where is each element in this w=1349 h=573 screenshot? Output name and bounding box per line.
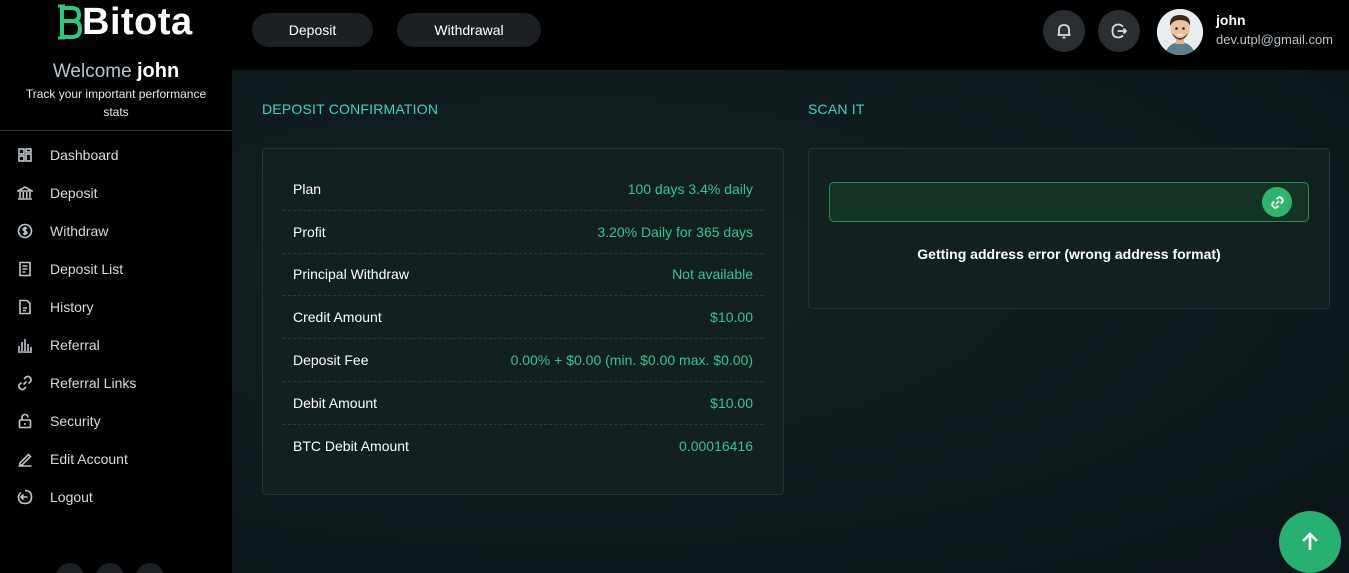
sidebar-item-label: Security: [50, 413, 101, 429]
user-name: john: [1216, 12, 1246, 28]
sidebar-item-dashboard[interactable]: Dashboard: [0, 136, 232, 174]
dollar-icon: [17, 223, 33, 239]
document-icon: [17, 299, 33, 315]
scroll-to-top-button[interactable]: [1279, 511, 1341, 573]
sidebar-item-deposit-list[interactable]: Deposit List: [0, 250, 232, 288]
lock-icon: [17, 413, 33, 429]
dashboard-icon: [17, 147, 33, 163]
scan-card: Getting address error (wrong address for…: [808, 148, 1330, 309]
sidebar-item-label: Edit Account: [50, 451, 128, 467]
detail-label: Debit Amount: [293, 394, 378, 411]
welcome-user: john: [136, 60, 180, 82]
withdrawal-button[interactable]: Withdrawal: [397, 13, 541, 47]
link-icon: [17, 375, 33, 391]
sidebar-item-label: Deposit List: [50, 261, 124, 277]
detail-label: Principal Withdraw: [293, 266, 409, 283]
social-icon[interactable]: [136, 563, 164, 573]
detail-label: Deposit Fee: [293, 352, 369, 369]
sidebar-item-label: Withdraw: [50, 223, 109, 239]
sidebar-item-label: Referral: [50, 337, 100, 353]
list-icon: [17, 261, 33, 277]
deposit-button[interactable]: Deposit: [252, 13, 373, 47]
detail-row-btc-debit-amount: BTC Debit Amount 0.00016416: [283, 425, 763, 468]
sidebar-item-label: History: [50, 299, 94, 315]
sidebar: Bitota Welcome john Track your important…: [0, 0, 232, 573]
detail-label: Credit Amount: [293, 309, 382, 326]
address-field[interactable]: [829, 182, 1309, 222]
sidebar-item-label: Dashboard: [50, 147, 119, 163]
welcome-tagline: Track your important performance stats: [25, 87, 207, 119]
bell-icon: [1057, 24, 1071, 39]
avatar[interactable]: [1157, 9, 1203, 55]
topbar: Deposit Withdrawal john dev.utpl@gmail.c…: [232, 0, 1349, 70]
welcome-text: Welcome john: [0, 60, 232, 83]
logout-icon: [1111, 23, 1128, 39]
detail-value: Not available: [672, 266, 753, 283]
detail-row-principal-withdraw: Principal Withdraw Not available: [283, 254, 763, 297]
edit-icon: [17, 451, 33, 467]
sidebar-item-logout[interactable]: Logout: [0, 478, 232, 516]
detail-value: 100 days 3.4% daily: [627, 180, 753, 197]
social-icon[interactable]: [56, 563, 84, 573]
social-links: [56, 563, 164, 573]
deposit-confirmation-card: Plan 100 days 3.4% daily Profit 3.20% Da…: [262, 148, 784, 495]
detail-label: BTC Debit Amount: [293, 438, 409, 455]
sidebar-item-withdraw[interactable]: Withdraw: [0, 212, 232, 250]
detail-value: 0.00016416: [679, 438, 753, 455]
scan-title: SCAN IT: [808, 101, 865, 117]
sidebar-item-referral[interactable]: Referral: [0, 326, 232, 364]
detail-value: $10.00: [710, 394, 753, 411]
notifications-button[interactable]: [1043, 10, 1085, 52]
detail-row-plan: Plan 100 days 3.4% daily: [283, 168, 763, 211]
deposit-details: Plan 100 days 3.4% daily Profit 3.20% Da…: [283, 168, 763, 468]
sidebar-item-referral-links[interactable]: Referral Links: [0, 364, 232, 402]
sidebar-item-edit-account[interactable]: Edit Account: [0, 440, 232, 478]
sidebar-item-security[interactable]: Security: [0, 402, 232, 440]
detail-value: $10.00: [710, 309, 753, 326]
deposit-confirmation-title: DEPOSIT CONFIRMATION: [262, 101, 439, 117]
detail-row-deposit-fee: Deposit Fee 0.00% + $0.00 (min. $0.00 ma…: [283, 339, 763, 382]
sidebar-item-label: Referral Links: [50, 375, 137, 391]
welcome-prefix: Welcome: [52, 61, 132, 82]
user-email: dev.utpl@gmail.com: [1216, 32, 1333, 47]
detail-row-debit-amount: Debit Amount $10.00: [283, 382, 763, 425]
brand-logo[interactable]: Bitota: [56, 0, 193, 44]
sidebar-item-deposit[interactable]: Deposit: [0, 174, 232, 212]
logout-button[interactable]: [1098, 10, 1140, 52]
bitota-logo-icon: [58, 4, 82, 40]
detail-label: Profit: [293, 223, 326, 240]
sidebar-menu: Dashboard Deposit Withdraw Deposit List …: [0, 136, 232, 516]
bar-chart-icon: [17, 337, 33, 353]
link-icon: [1270, 195, 1284, 209]
bank-icon: [17, 185, 33, 201]
arrow-up-icon: [1302, 532, 1318, 550]
main-content: DEPOSIT CONFIRMATION SCAN IT Plan 100 da…: [232, 70, 1349, 573]
sidebar-item-label: Deposit: [50, 185, 98, 201]
detail-value: 0.00% + $0.00 (min. $0.00 max. $0.00): [510, 352, 753, 369]
detail-label: Plan: [293, 180, 322, 197]
logout-icon: [17, 489, 33, 505]
user-avatar-icon: [1157, 9, 1203, 55]
sidebar-item-history[interactable]: History: [0, 288, 232, 326]
detail-row-credit-amount: Credit Amount $10.00: [283, 296, 763, 340]
detail-value: 3.20% Daily for 365 days: [597, 223, 753, 240]
detail-row-profit: Profit 3.20% Daily for 365 days: [283, 211, 763, 254]
sidebar-item-label: Logout: [50, 489, 93, 505]
social-icon[interactable]: [96, 563, 124, 573]
copy-address-button[interactable]: [1262, 187, 1292, 217]
brand-name: Bitota: [82, 1, 193, 43]
address-error-message: Getting address error (wrong address for…: [917, 246, 1221, 262]
sidebar-divider: [0, 130, 232, 131]
